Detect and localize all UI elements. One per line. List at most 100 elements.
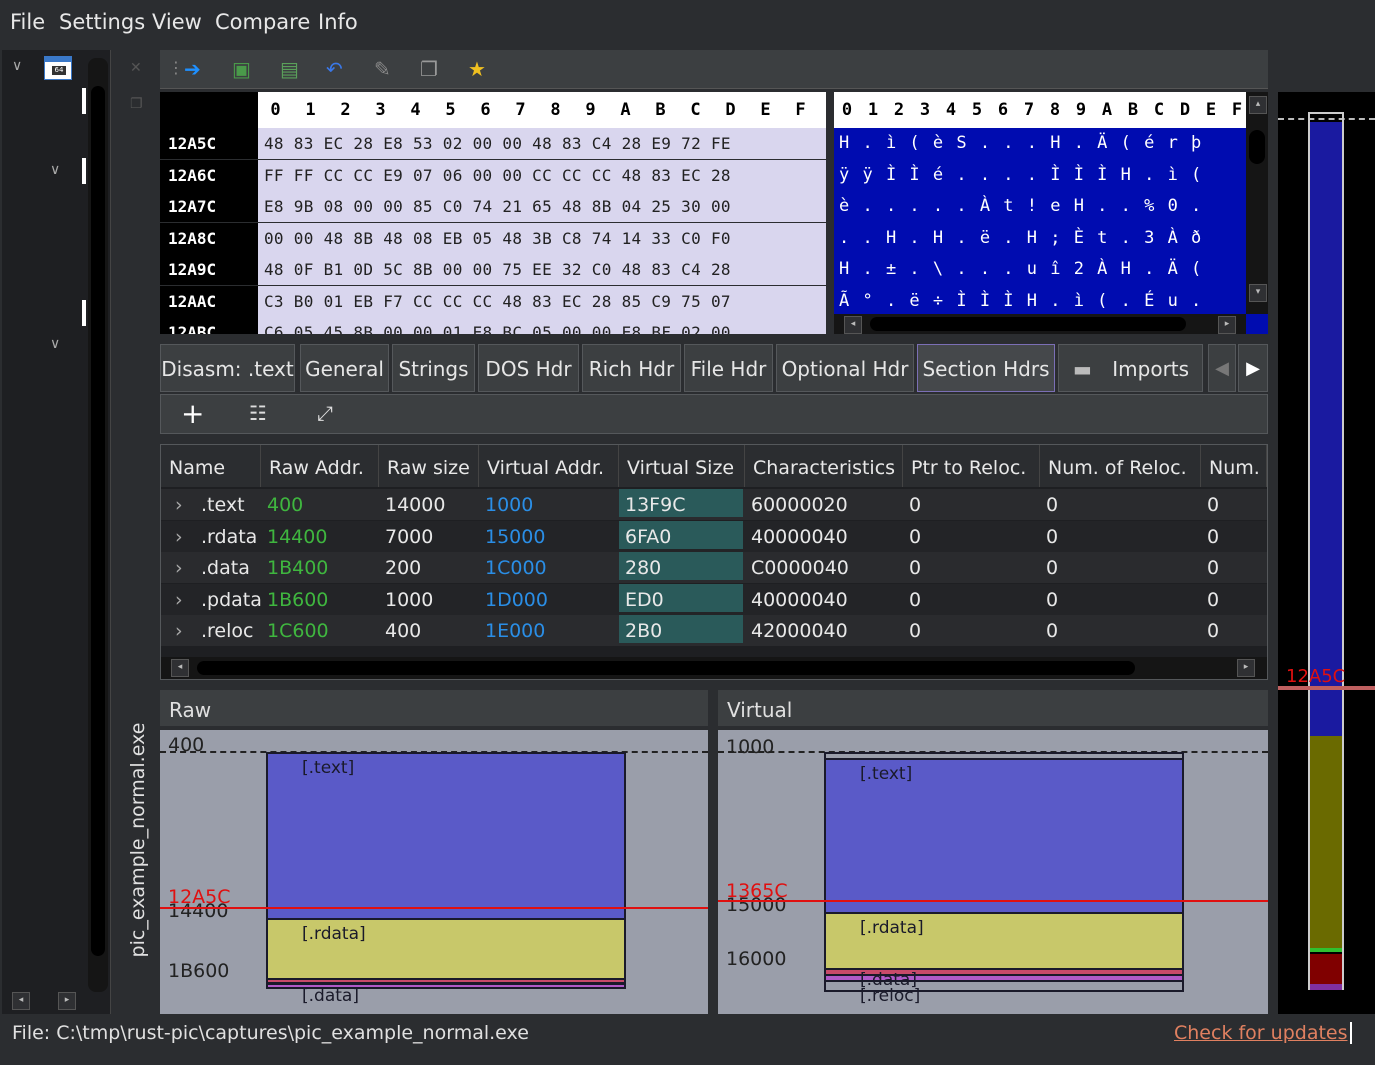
hex-row[interactable]: 12A9C 48 0F B1 0D 5C 8B 00 00 75 EE 32 C0…	[160, 254, 826, 285]
raw-rdata-section[interactable]: [.rdata]	[266, 918, 626, 980]
raw-text-section[interactable]: [.text]	[266, 752, 626, 920]
tab-general[interactable]: General	[300, 344, 389, 392]
hex-row[interactable]: 12A8C 00 00 48 8B 48 08 EB 05 48 3B C8 74…	[160, 222, 826, 254]
virtual-rdata-section[interactable]: [.rdata]	[824, 912, 1184, 970]
chevron-right-icon[interactable]: ›	[169, 615, 183, 645]
column-header-num[interactable]: Num.	[1201, 445, 1267, 487]
tab-strings[interactable]: Strings	[392, 344, 475, 392]
hex-row-bytes[interactable]: C6 05 45 8B 00 00 01 E8 BC 05 00 00 E8 B…	[258, 317, 826, 334]
hex-row-bytes[interactable]: FF FF CC CC E9 07 06 00 00 CC CC CC 48 8…	[258, 159, 826, 191]
hex-row[interactable]: 12ABC C6 05 45 8B 00 00 01 E8 BC 05 00 00…	[160, 317, 826, 334]
hex-vertical-scrollbar[interactable]: ▴ ▾	[1246, 92, 1268, 314]
file-side-tab[interactable]: ✕ ❐ pic_example_normal.exe	[118, 50, 158, 1014]
virtual-map-view[interactable]: 1000 [.text] [.rdata] [.data] [.reloc] 1…	[718, 730, 1268, 1014]
column-header-virt-size[interactable]: Virtual Size	[619, 445, 745, 487]
hex-row-bytes[interactable]: 48 83 EC 28 E8 53 02 00 00 48 83 C4 28 E…	[258, 128, 826, 159]
cell-ptr-reloc: 0	[909, 557, 922, 579]
ascii-row[interactable]: H . ì ( è S . . . H . Ä ( é r þ	[834, 128, 1246, 159]
chevron-right-icon[interactable]: ›	[169, 552, 183, 582]
scroll-down-button[interactable]: ▾	[1249, 284, 1267, 302]
tab-imports[interactable]: ▬ Imports	[1058, 344, 1203, 392]
ascii-row[interactable]: è . . . . . À t ! e H . . % 0 .	[834, 191, 1246, 222]
column-header-name[interactable]: Name	[161, 445, 261, 487]
chevron-down-icon[interactable]: ∨	[12, 58, 22, 74]
open-file-icon[interactable]: ▣	[232, 58, 251, 80]
hex-row[interactable]: 12A6C FF FF CC CC E9 07 06 00 00 CC CC CC…	[160, 159, 826, 191]
scroll-left-button[interactable]: ◂	[844, 316, 862, 334]
tree-expand-icon[interactable]: ☷	[249, 401, 267, 425]
tab-dos-hdr[interactable]: DOS Hdr	[478, 344, 579, 392]
ascii-column-label: 7	[1023, 100, 1035, 120]
table-horizontal-scrollbar[interactable]: ◂ ▸	[161, 657, 1267, 679]
hex-row[interactable]: 12AAC C3 B0 01 EB F7 CC CC CC 48 83 EC 28…	[160, 285, 826, 317]
side-tab-label[interactable]: pic_example_normal.exe	[118, 615, 158, 1065]
column-header-num-reloc[interactable]: Num. of Reloc.	[1040, 445, 1201, 487]
tab-disasm[interactable]: Disasm: .text	[160, 344, 295, 392]
chevron-right-icon[interactable]: ›	[169, 489, 183, 519]
hex-view[interactable]: 12A5C 48 83 EC 28 E8 53 02 00 00 48 83 C4…	[160, 128, 826, 334]
ascii-row[interactable]: ÿ ÿ Ì Ì é . . . . Ì Ì Ì H . ì (	[834, 160, 1246, 191]
menu-info[interactable]: Info	[318, 10, 358, 34]
ascii-row[interactable]: H . ± . \ . . . u î 2 À H . Ä (	[834, 254, 1246, 285]
hex-row-bytes[interactable]: 00 00 48 8B 48 08 EB 05 48 3B C8 74 14 3…	[258, 222, 826, 254]
chevron-down-icon[interactable]: ∨	[50, 336, 60, 352]
raw-map-view[interactable]: 400 [.text] [.rdata] [.data] 14400 1B600…	[160, 730, 708, 1014]
cell-raw-size: 1000	[385, 588, 434, 611]
column-header-chars[interactable]: Characteristics	[745, 445, 903, 487]
menu-compare[interactable]: Compare	[215, 10, 310, 34]
menu-file[interactable]: File	[10, 10, 45, 34]
chevron-right-icon[interactable]: ›	[169, 521, 183, 551]
check-updates-link[interactable]: Check for updates	[1174, 1022, 1352, 1044]
tab-scroll-right-button[interactable]: ▶	[1238, 344, 1268, 392]
close-icon[interactable]: ✕	[130, 60, 142, 76]
scroll-up-button[interactable]: ▴	[1249, 96, 1267, 114]
hex-column-label: E	[760, 100, 771, 120]
hex-row-bytes[interactable]: 48 0F B1 0D 5C 8B 00 00 75 EE 32 C0 48 8…	[258, 254, 826, 285]
virtual-text-section[interactable]: [.text]	[824, 758, 1184, 914]
scroll-right-button[interactable]: ▸	[1218, 316, 1236, 334]
add-icon[interactable]: +	[181, 397, 204, 431]
ascii-column-label: 3	[919, 100, 931, 120]
menu-view[interactable]: View	[152, 10, 202, 34]
file-minimap[interactable]: 12A5C	[1278, 92, 1375, 1014]
cell-virt-addr: 1D000	[485, 588, 548, 611]
tab-file-hdr[interactable]: File Hdr	[684, 344, 773, 392]
folder-icon: ▬	[1073, 357, 1092, 381]
undo-icon[interactable]: ↶	[326, 58, 343, 80]
scroll-right-button[interactable]: ▸	[58, 992, 76, 1010]
hex-column-label: A	[620, 100, 631, 120]
hex-row[interactable]: 12A5C 48 83 EC 28 E8 53 02 00 00 48 83 C4…	[160, 128, 826, 159]
hex-row-bytes[interactable]: E8 9B 08 00 00 85 C0 74 21 65 48 8B 04 2…	[258, 191, 826, 222]
tab-section-hdrs[interactable]: Section Hdrs	[917, 344, 1055, 392]
column-header-raw-addr[interactable]: Raw Addr.	[261, 445, 379, 487]
column-header-virt-addr[interactable]: Virtual Addr.	[479, 445, 619, 487]
column-header-ptr-reloc[interactable]: Ptr to Reloc.	[903, 445, 1040, 487]
float-icon[interactable]: ❐	[130, 96, 143, 112]
scroll-right-button[interactable]: ▸	[1237, 659, 1255, 677]
chevron-down-icon[interactable]: ∨	[50, 162, 60, 178]
cell-virt-size: 280	[619, 552, 743, 580]
scroll-left-button[interactable]: ◂	[12, 992, 30, 1010]
ascii-view[interactable]: H . ì ( è S . . . H . Ä ( é r þÿ ÿ Ì Ì é…	[834, 128, 1246, 314]
tree-vertical-scrollbar[interactable]	[88, 58, 108, 992]
tab-optional-hdr[interactable]: Optional Hdr	[776, 344, 914, 392]
scroll-left-button[interactable]: ◂	[171, 659, 189, 677]
fit-screen-icon[interactable]: ⤢	[317, 401, 333, 425]
chevron-right-icon[interactable]: ›	[169, 584, 183, 614]
column-header-raw-size[interactable]: Raw size	[379, 445, 479, 487]
ascii-horizontal-scrollbar[interactable]: ◂ ▸	[834, 314, 1246, 334]
toolbar-handle[interactable]: ⋮	[168, 58, 184, 77]
star-icon[interactable]: ★	[468, 58, 486, 80]
pin-icon[interactable]: ✎	[374, 58, 391, 80]
copy-icon[interactable]: ❐	[420, 58, 438, 80]
hex-row-offset: 12A5C	[160, 128, 258, 159]
hex-row[interactable]: 12A7C E8 9B 08 00 00 85 C0 74 21 65 48 8B…	[160, 191, 826, 222]
hex-row-bytes[interactable]: C3 B0 01 EB F7 CC CC CC 48 83 EC 28 85 C…	[258, 285, 826, 317]
ascii-row[interactable]: . . H . H . ë . H ; È t . 3 À ð	[834, 223, 1246, 254]
tab-rich-hdr[interactable]: Rich Hdr	[582, 344, 681, 392]
menu-settings[interactable]: Settings	[59, 10, 145, 34]
export-icon[interactable]: ▤	[280, 58, 299, 80]
ascii-row[interactable]: Ã ° . ë ÷ Ì Ì Ì H . ì ( . É u .	[834, 286, 1246, 315]
arrow-right-icon[interactable]: ➔	[184, 58, 201, 80]
tab-scroll-left-button[interactable]: ◀	[1208, 344, 1236, 392]
